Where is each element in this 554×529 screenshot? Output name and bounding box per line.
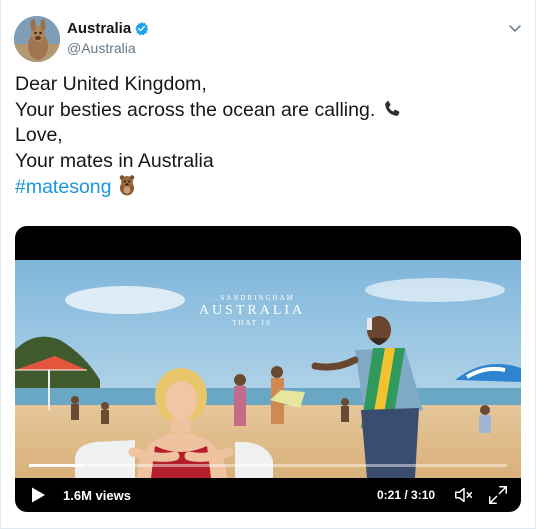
tweet-card: Australia @Australia Dear United Kingdom… [0,0,536,529]
author-display-name[interactable]: Australia [67,20,131,37]
video-time: 0:21 / 3:10 [377,488,436,502]
verified-badge-icon [134,21,149,36]
hashtag-link[interactable]: #matesong [15,176,111,198]
tweet-line: Love, [15,124,63,146]
video-progress-fill [29,464,82,467]
profile-avatar[interactable] [14,16,60,62]
video-controls: 1.6M views 0:21 / 3:10 [15,478,521,512]
volume-muted-icon[interactable] [453,484,475,506]
play-icon[interactable] [29,486,47,504]
tweet-line: Your besties across the ocean are callin… [15,98,525,124]
tweet-line: Dear United Kingdom, [15,73,207,95]
quokka-emoji [117,174,137,196]
video-player[interactable]: ...SANDRINGHAM AUSTRALIA THAT IS 1.6M vi… [15,226,521,512]
video-overlay-title: ...SANDRINGHAM AUSTRALIA THAT IS [167,294,337,327]
author-name-row[interactable]: Australia [67,20,149,37]
tweet-line: Your mates in Australia [15,149,214,172]
tweet-body: Dear United Kingdom, Your besties across… [15,72,525,201]
telephone-emoji [381,99,403,119]
kangaroo-avatar-icon [14,16,60,62]
chevron-down-icon[interactable] [507,20,523,36]
author-handle[interactable]: @Australia [67,40,136,56]
tweet-line: #matesong [15,174,525,201]
overlay-main-text: AUSTRALIA [198,303,306,318]
video-frame[interactable] [15,260,521,478]
video-progress-bar[interactable] [29,464,507,467]
overlay-top-text: ...SANDRINGHAM [209,294,295,302]
fullscreen-icon[interactable] [487,484,509,506]
overlay-bottom-text: THAT IS [232,319,272,327]
view-count: 1.6M views [63,488,131,503]
